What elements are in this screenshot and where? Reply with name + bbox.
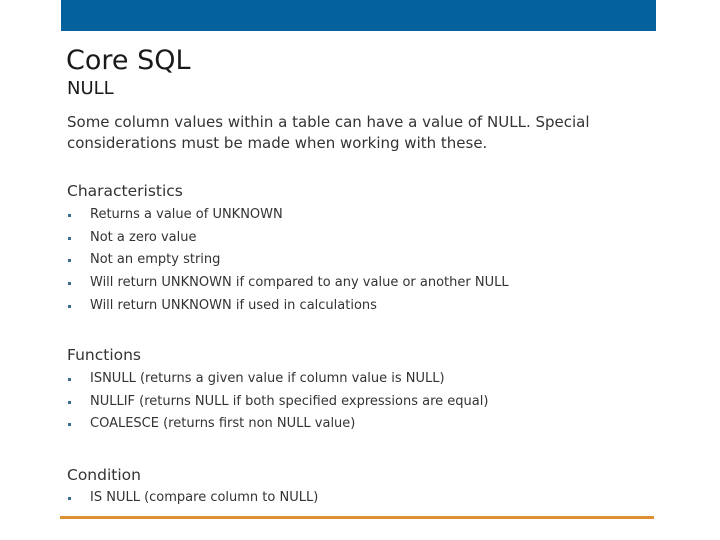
list-item: COALESCE (returns first non NULL value) — [67, 413, 488, 436]
bullet-icon — [68, 236, 71, 240]
bullet-icon — [68, 423, 71, 427]
list-item: Returns a value of UNKNOWN — [67, 204, 509, 227]
section-heading-functions: Functions — [67, 346, 142, 364]
characteristics-list: Returns a value of UNKNOWN Not a zero va… — [67, 204, 509, 317]
section-heading-condition: Condition — [67, 466, 141, 484]
list-item-text: NULLIF (returns NULL if both specified e… — [90, 393, 489, 409]
condition-list: IS NULL (compare column to NULL) — [67, 487, 318, 510]
list-item-text: IS NULL (compare column to NULL) — [90, 490, 319, 505]
bottom-divider — [60, 516, 654, 519]
list-item: Not a zero value — [67, 227, 509, 250]
list-item-text: Will return UNKNOWN if used in calculati… — [90, 297, 377, 313]
bullet-icon — [68, 214, 71, 217]
list-item: Will return UNKNOWN if compared to any v… — [67, 272, 509, 295]
bullet-icon — [68, 259, 71, 263]
list-item-text: Will return UNKNOWN if compared to any v… — [90, 275, 509, 291]
header-bar — [61, 0, 656, 31]
list-item-text: COALESCE (returns first non NULL value) — [90, 416, 356, 432]
list-item-text: Returns a value of UNKNOWN — [90, 207, 283, 222]
functions-list: ISNULL (returns a given value if column … — [67, 368, 488, 436]
slide-subtitle: NULL — [67, 78, 114, 99]
bullet-icon — [68, 378, 71, 381]
bullet-icon — [68, 282, 71, 286]
list-item-text: ISNULL (returns a given value if column … — [90, 371, 445, 386]
list-item: Not an empty string — [67, 249, 509, 272]
list-item-text: Not a zero value — [90, 229, 197, 245]
bullet-icon — [68, 304, 71, 308]
list-item: NULLIF (returns NULL if both specified e… — [67, 391, 488, 414]
list-item: Will return UNKNOWN if used in calculati… — [67, 295, 509, 318]
list-item-text: Not an empty string — [90, 252, 221, 268]
section-heading-characteristics: Characteristics — [67, 182, 183, 200]
list-item: ISNULL (returns a given value if column … — [67, 368, 488, 391]
slide-title: Core SQL — [66, 45, 191, 76]
intro-paragraph: Some column values within a table can ha… — [67, 113, 590, 152]
bullet-icon — [68, 497, 71, 500]
bullet-icon — [68, 400, 71, 404]
list-item: IS NULL (compare column to NULL) — [67, 487, 318, 510]
